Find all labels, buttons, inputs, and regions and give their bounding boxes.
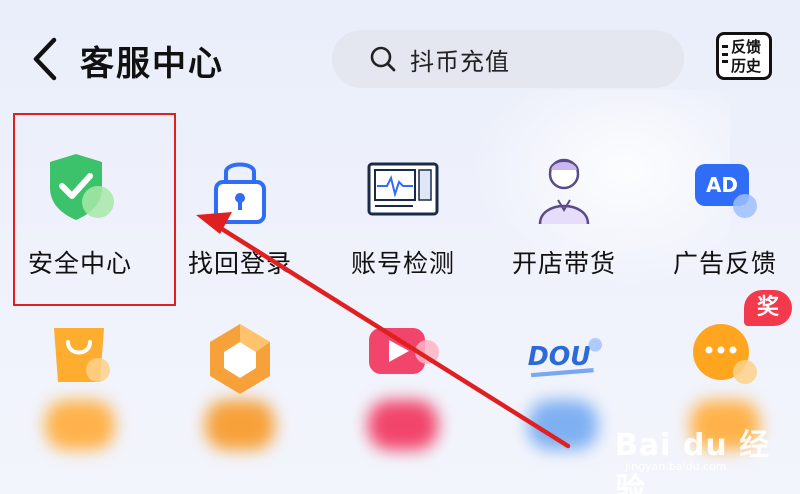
- highlight-annotation: [13, 113, 176, 306]
- list-icon: [722, 45, 728, 63]
- back-button[interactable]: [28, 36, 64, 82]
- page-title: 客服中心: [80, 44, 224, 84]
- shopping-bag-icon: [54, 328, 110, 382]
- tile-account-check[interactable]: 账号检测: [328, 116, 478, 278]
- watermark-brand: Bai du 经验: [615, 428, 771, 494]
- chat-bubble-icon: [693, 324, 757, 384]
- search-input[interactable]: 抖币充值: [332, 30, 684, 88]
- lock-icon: [214, 162, 266, 224]
- feedback-label-line1: 反馈: [731, 38, 762, 56]
- monitor-icon: [367, 162, 439, 216]
- tile-label: 账号检测: [350, 249, 455, 278]
- search-icon: [370, 46, 396, 72]
- video-play-icon: [369, 328, 439, 374]
- shop-assistant-icon: [538, 158, 590, 225]
- prize-badge: 奖: [744, 290, 792, 326]
- watermark: Bai du 经验 jingyan.baidu.com: [615, 420, 775, 494]
- tile-label: 广告反馈: [672, 249, 777, 278]
- watermark-url: jingyan.baidu.com: [625, 460, 727, 473]
- tile-open-shop[interactable]: 开店带货: [489, 116, 639, 278]
- search-placeholder: 抖币充值: [410, 47, 510, 76]
- ad-icon: AD: [695, 164, 757, 218]
- feedback-label-line2: 历史: [731, 57, 762, 75]
- tile-ad-feedback[interactable]: AD 广告反馈: [650, 116, 800, 278]
- tile-label: 开店带货: [511, 249, 616, 278]
- tile-label: 找回登录: [187, 249, 292, 278]
- hexagon-icon: [210, 324, 270, 394]
- dou-logo-icon: DOU: [528, 338, 602, 378]
- tile-recover-login[interactable]: 找回登录: [165, 116, 315, 278]
- svg-text:AD: AD: [706, 173, 738, 197]
- feedback-history-button[interactable]: 反馈 历史: [716, 32, 772, 80]
- svg-text:DOU: DOU: [528, 341, 592, 371]
- chevron-left-icon: [33, 37, 57, 81]
